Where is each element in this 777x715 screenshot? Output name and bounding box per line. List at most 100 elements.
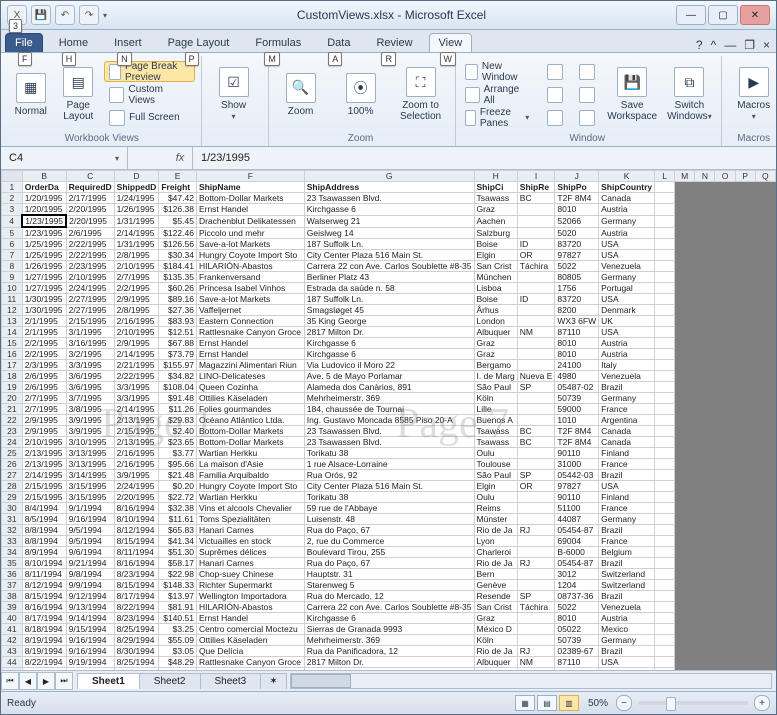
cell[interactable]: 8/12/1994 xyxy=(22,580,66,591)
side-by-side-button[interactable] xyxy=(574,61,600,82)
arrange-all-button[interactable]: Arrange All xyxy=(460,84,535,105)
cell[interactable]: Germany xyxy=(599,514,655,525)
cell[interactable]: 3/13/1995 xyxy=(66,459,114,470)
row-header[interactable]: 24 xyxy=(2,437,23,448)
cell[interactable]: $89.16 xyxy=(159,294,197,305)
cell[interactable]: Charleroi xyxy=(474,547,517,558)
cell[interactable]: Germany xyxy=(599,635,655,646)
cell[interactable]: 59000 xyxy=(555,404,599,415)
cell[interactable]: Kirchgasse 6 xyxy=(304,668,474,671)
cell[interactable]: USA xyxy=(599,657,655,668)
cell[interactable]: 8/10/1994 xyxy=(22,558,66,569)
cell[interactable]: 2/14/1995 xyxy=(114,227,159,239)
cell[interactable]: 3/14/1995 xyxy=(66,470,114,481)
cell[interactable]: 8/22/1994 xyxy=(22,657,66,668)
cell[interactable]: Sierras de Granada 9993 xyxy=(304,624,474,635)
cell[interactable]: 2/15/1995 xyxy=(66,316,114,327)
row-header[interactable]: 5 xyxy=(2,227,23,239)
row-header[interactable]: 27 xyxy=(2,470,23,481)
cell[interactable]: Austria xyxy=(599,227,655,239)
cell[interactable]: Tsawass xyxy=(474,437,517,448)
mdi-restore-icon[interactable]: ❐ xyxy=(744,38,755,52)
new-window-button[interactable]: New Window xyxy=(460,61,535,82)
cell[interactable]: $135.35 xyxy=(159,272,197,283)
cell[interactable]: Albuquer xyxy=(474,657,517,668)
cell[interactable]: 2817 Milton Dr. xyxy=(304,327,474,338)
row-header[interactable]: 37 xyxy=(2,580,23,591)
row-header[interactable]: 38 xyxy=(2,591,23,602)
cell[interactable]: 9/8/1994 xyxy=(66,569,114,580)
cell[interactable]: USA xyxy=(599,250,655,261)
cell[interactable]: Rua Orós, 92 xyxy=(304,470,474,481)
cell[interactable]: $30.34 xyxy=(159,250,197,261)
cell[interactable]: 50739 xyxy=(555,393,599,404)
cell[interactable]: 8/11/1994 xyxy=(114,547,159,558)
cell[interactable]: Geislweg 14 xyxy=(304,227,474,239)
cell[interactable]: $0.20 xyxy=(159,481,197,492)
cell[interactable] xyxy=(517,547,555,558)
cell[interactable]: Piccolo und mehr xyxy=(196,227,304,239)
cell[interactable]: Starenweg 5 xyxy=(304,580,474,591)
cell[interactable]: BC xyxy=(517,437,555,448)
cell[interactable]: Oulu xyxy=(474,448,517,459)
cell[interactable]: Finland xyxy=(599,492,655,503)
cell[interactable]: 8010 xyxy=(555,349,599,360)
cell[interactable]: 2/2/1995 xyxy=(22,338,66,349)
cell[interactable]: OR xyxy=(517,250,555,261)
cell[interactable]: 1/23/1995 xyxy=(22,227,66,239)
cell[interactable]: Graz xyxy=(474,349,517,360)
header-cell[interactable]: ShipCi xyxy=(474,182,517,193)
cell[interactable]: $60.26 xyxy=(159,283,197,294)
cell[interactable]: Rua da Panificadora, 12 xyxy=(304,646,474,657)
cell[interactable]: Brazil xyxy=(599,382,655,393)
cell[interactable]: 87110 xyxy=(555,657,599,668)
cell[interactable]: 2/24/1995 xyxy=(114,481,159,492)
full-screen-button[interactable]: Full Screen xyxy=(104,107,195,128)
row-header[interactable]: 29 xyxy=(2,492,23,503)
formula-input[interactable]: 1/23/1995 xyxy=(193,152,776,164)
cell[interactable]: $34.82 xyxy=(159,371,197,382)
cell[interactable]: Italy xyxy=(599,360,655,371)
cell[interactable]: Wartian Herkku xyxy=(196,492,304,503)
cell[interactable]: 50739 xyxy=(555,635,599,646)
cell[interactable]: City Center Plaza 516 Main St. xyxy=(304,481,474,492)
col-header-M[interactable]: M xyxy=(675,171,695,182)
cell[interactable]: SP xyxy=(517,591,555,602)
cell[interactable]: 2/22/1995 xyxy=(114,371,159,382)
cell[interactable]: 2, rue du Commerce xyxy=(304,536,474,547)
cell[interactable]: Via Ludovico il Moro 22 xyxy=(304,360,474,371)
cell[interactable]: 08737-36 xyxy=(555,591,599,602)
cell[interactable]: BC xyxy=(517,193,555,204)
zoom-thumb[interactable] xyxy=(666,697,676,711)
row-header[interactable]: 1 xyxy=(2,182,23,193)
cell[interactable]: $55.09 xyxy=(159,635,197,646)
row-header[interactable]: 30 xyxy=(2,503,23,514)
cell[interactable]: Ernst Handel xyxy=(196,338,304,349)
zoom-100-button[interactable]: ⦿100% xyxy=(333,59,389,131)
cell[interactable]: 3/9/1995 xyxy=(66,415,114,426)
cell[interactable]: Bottom-Dollar Markets xyxy=(196,437,304,448)
cell[interactable]: Salzburg xyxy=(474,227,517,239)
cell[interactable]: Queen Cozinha xyxy=(196,382,304,393)
tab-prev-button[interactable]: ◀ xyxy=(19,672,37,690)
cell[interactable]: Tsawass xyxy=(474,193,517,204)
row-header[interactable]: 34 xyxy=(2,547,23,558)
cell[interactable]: $126.38 xyxy=(159,204,197,216)
cell[interactable]: 2/13/1995 xyxy=(114,437,159,448)
cell[interactable]: T2F 8M4 xyxy=(555,426,599,437)
cell[interactable]: 1756 xyxy=(555,283,599,294)
select-all-corner[interactable] xyxy=(2,171,23,182)
cell[interactable] xyxy=(517,613,555,624)
cell[interactable]: 2/27/1995 xyxy=(66,294,114,305)
cell[interactable]: France xyxy=(599,404,655,415)
cell[interactable]: 8/16/1994 xyxy=(114,503,159,514)
cell[interactable]: Boise xyxy=(474,294,517,305)
maximize-button[interactable]: ▢ xyxy=(708,5,738,25)
cell[interactable]: Finland xyxy=(599,448,655,459)
spreadsheet-grid[interactable]: BCDEFGHIJKLMNOPQ1OrderDaRequiredDShipped… xyxy=(1,170,776,670)
cell[interactable]: 2/23/1995 xyxy=(66,261,114,272)
cell[interactable]: 31000 xyxy=(555,459,599,470)
row-header[interactable]: 33 xyxy=(2,536,23,547)
cell[interactable]: 2/10/1995 xyxy=(66,272,114,283)
cell[interactable]: 9/16/1994 xyxy=(66,646,114,657)
